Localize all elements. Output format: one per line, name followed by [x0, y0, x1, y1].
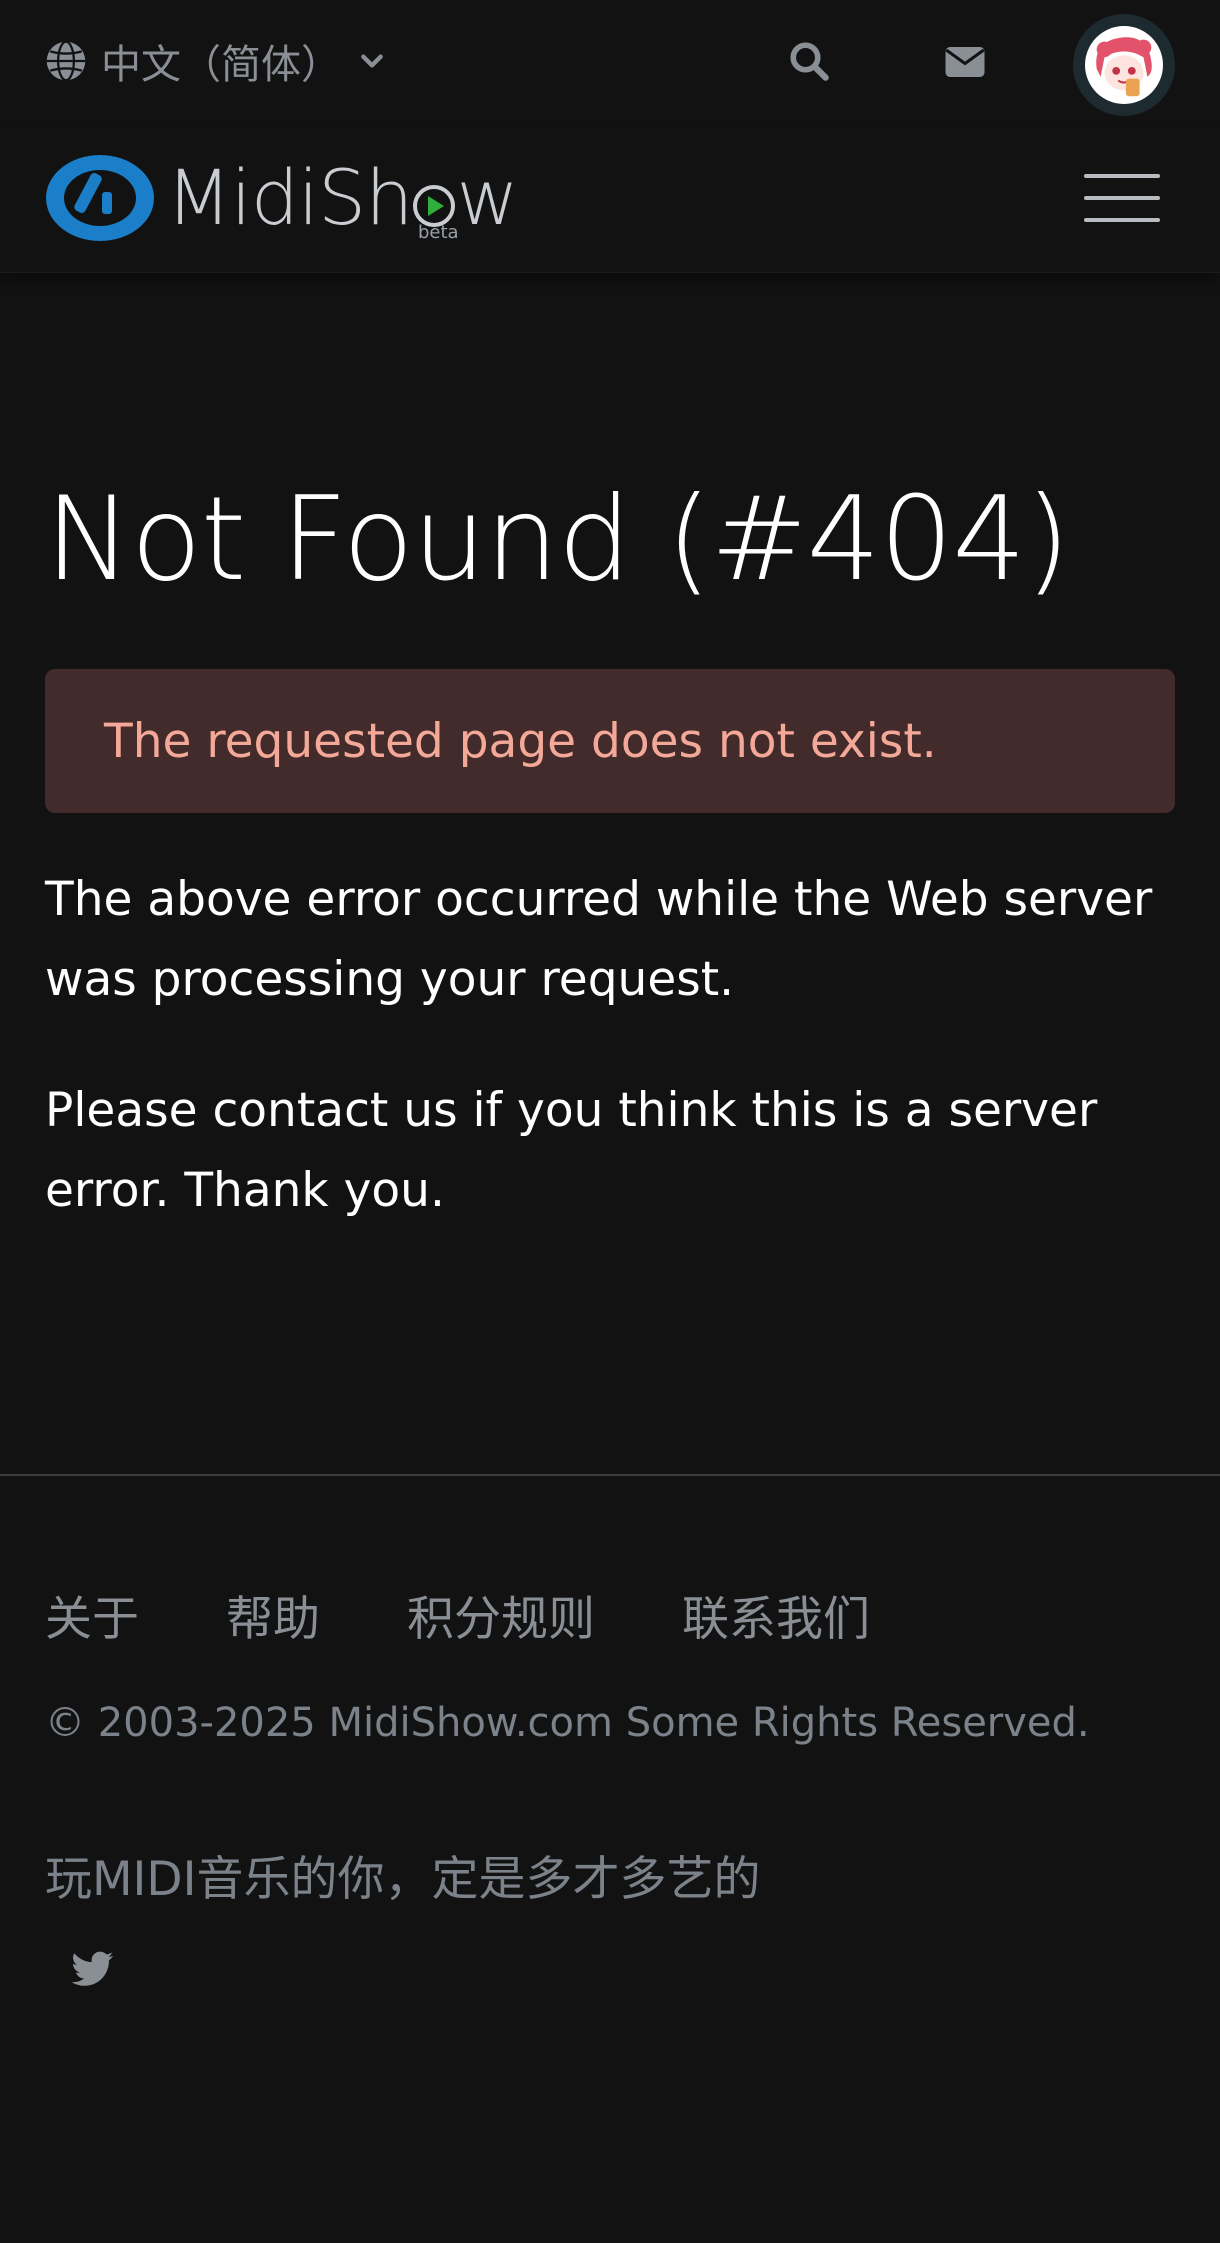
hamburger-menu-icon[interactable] — [1084, 172, 1160, 228]
footer-link-points-rules[interactable]: 积分规则 — [407, 1580, 595, 1649]
footer-slogan: 玩MIDI音乐的你，定是多才多艺的 — [45, 1852, 761, 1907]
top-utility-bar: 中文（简体） — [0, 0, 1220, 130]
globe-icon — [46, 40, 86, 82]
error-alert: The requested page does not exist. — [45, 669, 1175, 813]
twitter-icon[interactable] — [72, 1951, 114, 1987]
brand-bar: MidiSh w beta — [0, 130, 1220, 273]
copyright-text: © 2003-2025 MidiShow.com Some Rights Res… — [45, 1700, 1090, 1746]
envelope-icon[interactable] — [944, 44, 986, 80]
search-icon[interactable] — [788, 40, 830, 82]
language-selector[interactable]: 中文（简体） — [45, 36, 385, 88]
footer-divider — [0, 1474, 1220, 1476]
chevron-down-icon — [361, 54, 383, 68]
user-avatar[interactable] — [1073, 14, 1175, 116]
avatar-image — [1085, 26, 1163, 104]
contact-note: Please contact us if you think this is a… — [45, 1083, 1098, 1218]
footer-link-help[interactable]: 帮助 — [226, 1580, 320, 1649]
page-title: Not Found (#404) — [45, 472, 1070, 607]
logo-text-prefix: MidiSh — [166, 153, 413, 242]
footer-links: 关于 帮助 积分规则 联系我们 — [45, 1580, 957, 1649]
play-icon — [413, 185, 456, 227]
logo-text-suffix: w — [456, 153, 518, 242]
language-label: 中文（简体） — [101, 42, 341, 88]
error-alert-text: The requested page does not exist. — [104, 713, 937, 769]
logo-mark-icon — [46, 155, 154, 241]
logo-text: MidiSh w — [166, 152, 519, 244]
footer-link-about[interactable]: 关于 — [45, 1580, 139, 1649]
footer-link-contact[interactable]: 联系我们 — [682, 1580, 870, 1649]
error-description: The above error occurred while the Web s… — [45, 872, 1153, 1007]
beta-badge: beta — [418, 222, 459, 243]
